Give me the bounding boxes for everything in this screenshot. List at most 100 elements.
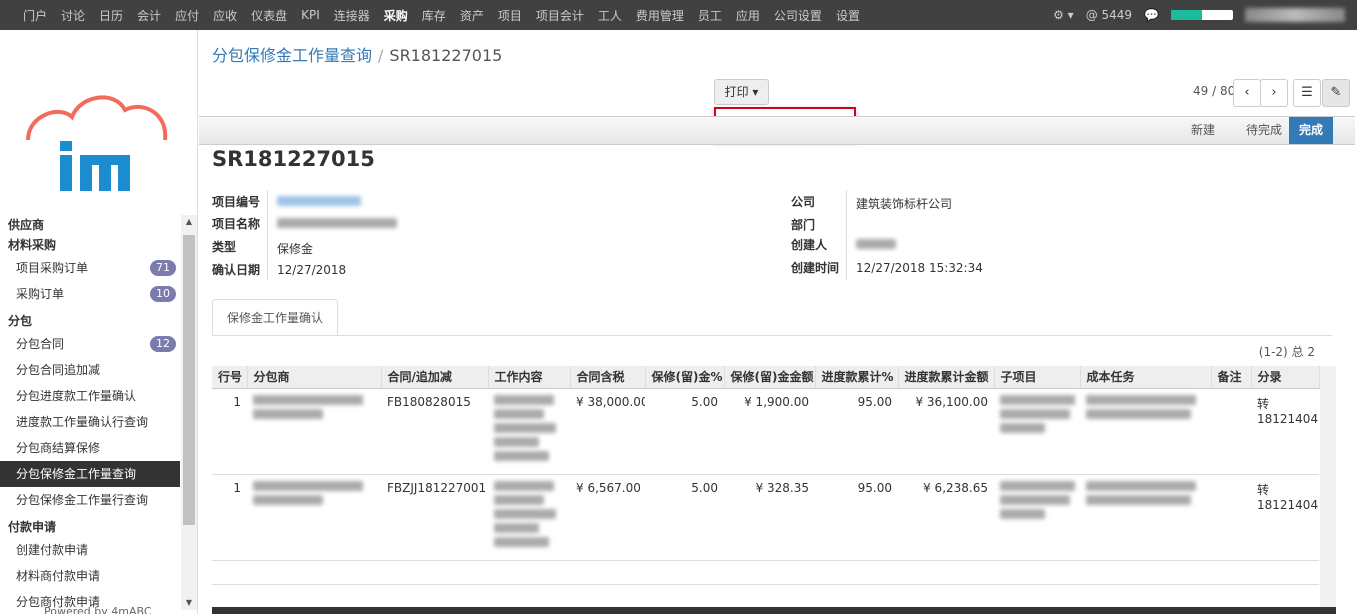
column-header[interactable]: 工作内容 xyxy=(488,366,571,389)
scroll-up-icon[interactable]: ▲ xyxy=(181,215,197,229)
table-row[interactable]: 1 FB180828015 ¥ 38,000.00 5.00 ¥ 1,900.00 95.… xyxy=(212,388,1319,475)
sidebar-item[interactable]: 分包保修金工作量查询 xyxy=(0,461,180,487)
type-value: 保修金 xyxy=(277,242,314,256)
stage-new[interactable]: 新建 xyxy=(1181,117,1225,144)
sidebar-item[interactable]: 进度款工作量确认行查询 xyxy=(0,409,180,435)
sidebar-item-label: 分包合同追加减 xyxy=(16,363,101,377)
sidebar-item[interactable]: 分包保修金工作量行查询 xyxy=(0,487,180,513)
topnav-item[interactable]: 公司设置 xyxy=(767,7,829,24)
topnav-item[interactable]: 会计 xyxy=(130,7,168,24)
topnav-item[interactable]: 讨论 xyxy=(54,7,92,24)
column-header[interactable]: 行号 xyxy=(212,366,248,389)
stage-pending[interactable]: 待完成 xyxy=(1236,117,1292,144)
column-header[interactable]: 子项目 xyxy=(994,366,1081,389)
topnav-item[interactable]: 设置 xyxy=(829,7,867,24)
topnav-item[interactable]: 应收 xyxy=(206,7,244,24)
sidebar-item[interactable]: 分包合同追加减 xyxy=(0,357,180,383)
topnav-item[interactable]: 项目 xyxy=(491,7,529,24)
sidebar-item-label: 分包保修金工作量查询 xyxy=(16,467,137,481)
topnav-item[interactable]: 项目会计 xyxy=(529,7,591,24)
topnav-item[interactable]: 应用 xyxy=(729,7,767,24)
column-header[interactable]: 合同/追加减 xyxy=(381,366,489,389)
entry-type: 转 xyxy=(1257,482,1270,497)
sidebar-menu: 供应商 材料采购 项目采购订单 71 采购订单 10 分包 分包合同 12 分包合同追加减 分包进度… xyxy=(0,215,180,614)
cell-progress-pct: 95.00 xyxy=(815,388,898,475)
column-header[interactable]: 进度款累计金额 xyxy=(898,366,995,389)
cell-contract[interactable]: FBZJJ181227001 xyxy=(381,474,488,561)
next-record-button[interactable]: › xyxy=(1260,79,1288,107)
list-view-icon[interactable]: ☰ xyxy=(1293,79,1321,107)
sidebar-item[interactable]: 分包进度款工作量确认 xyxy=(0,383,180,409)
count-badge: 10 xyxy=(150,286,176,302)
points-counter[interactable]: @ 5449 xyxy=(1086,8,1132,22)
stage-done[interactable]: 完成 xyxy=(1289,117,1334,144)
column-header[interactable]: 成本任务 xyxy=(1080,366,1212,389)
sidebar-item[interactable]: 创建付款申请 xyxy=(0,537,180,563)
label-created-time: 创建时间 xyxy=(791,261,840,275)
topnav-item[interactable]: 资产 xyxy=(453,7,491,24)
topnav-item[interactable]: 库存 xyxy=(415,7,453,24)
cell-work-content xyxy=(488,388,570,475)
progress-bar xyxy=(1171,10,1233,20)
pager-value[interactable]: 49 / 80 xyxy=(1193,84,1235,98)
entry-number: 18121404 xyxy=(1257,497,1319,512)
project-code-value xyxy=(277,195,361,209)
sidebar-item[interactable]: 分包合同 12 xyxy=(0,331,180,357)
topnav-item[interactable]: KPI xyxy=(294,8,327,22)
topnav-item[interactable]: 门户 xyxy=(16,7,54,24)
cell-progress-amount: ¥ 6,238.65 xyxy=(898,474,994,561)
sidebar-item[interactable]: 材料商付款申请 xyxy=(0,563,180,589)
cell-entry[interactable]: 转 18121404 xyxy=(1251,474,1319,561)
print-button[interactable]: 打印 ▾ xyxy=(714,79,769,105)
column-header[interactable]: 保修(留)金金额 xyxy=(724,366,816,389)
label-confirm-date: 确认日期 xyxy=(212,263,261,277)
user-menu[interactable] xyxy=(1245,8,1345,22)
cell-retention-amount: ¥ 328.35 xyxy=(724,474,815,561)
sidebar-item[interactable]: 采购订单 10 xyxy=(0,281,180,307)
breadcrumb-separator: / xyxy=(378,46,384,65)
scroll-down-icon[interactable]: ▼ xyxy=(181,596,197,610)
sidebar-section-title: 分包 xyxy=(8,314,33,328)
topnav-item[interactable]: 费用管理 xyxy=(629,7,691,24)
topnav-item[interactable]: 应付 xyxy=(168,7,206,24)
column-header[interactable]: 进度款累计% xyxy=(815,366,899,389)
sidebar-section-title: 供应商 xyxy=(8,218,45,232)
topnav-item[interactable]: 工人 xyxy=(591,7,629,24)
sidebar-item-label: 分包商结算保修 xyxy=(16,441,101,455)
breadcrumb: 分包保修金工作量查询 / SR181227015 xyxy=(212,42,502,66)
sidebar-item[interactable]: 分包商结算保修 xyxy=(0,435,180,461)
gear-icon[interactable]: ⚙ ▾ xyxy=(1053,8,1074,22)
sidebar-item-label: 采购订单 xyxy=(16,287,65,301)
cell-contract[interactable]: FB180828015 xyxy=(381,388,488,475)
scrollbar-thumb[interactable] xyxy=(183,235,195,525)
sidebar-item-label: 材料商付款申请 xyxy=(16,569,101,583)
topnav-item[interactable]: 采购 xyxy=(377,7,415,24)
column-header[interactable]: 合同含税 xyxy=(570,366,646,389)
sidebar-item[interactable]: 项目采购订单 71 xyxy=(0,255,180,281)
topnav-item[interactable]: 连接器 xyxy=(327,7,377,24)
breadcrumb-current: SR181227015 xyxy=(389,46,503,65)
sidebar-scrollbar[interactable]: ▲ ▼ xyxy=(181,215,197,610)
topnav-item[interactable]: 仪表盘 xyxy=(244,7,294,24)
table-scrollbar[interactable] xyxy=(1320,366,1336,614)
column-header[interactable]: 分录 xyxy=(1251,366,1320,389)
count-badge: 71 xyxy=(150,260,176,276)
top-navbar: 门户 讨论 日历 会计 应付 应收 仪表盘 KPI 连接器 采购 库存 资产 项目 项目会计 工人 费用管理员… xyxy=(0,0,1357,30)
column-header[interactable]: 分包商 xyxy=(247,366,382,389)
chat-icon[interactable]: 💬 xyxy=(1144,8,1159,22)
column-header[interactable]: 备注 xyxy=(1211,366,1252,389)
cell-entry[interactable]: 转 18121404 xyxy=(1251,388,1319,475)
table-row[interactable]: 1 FBZJJ181227001 ¥ 6,567.00 5.00 ¥ 328.35 95.… xyxy=(212,474,1319,561)
empty-cell xyxy=(212,560,1319,585)
cell-sub-project xyxy=(994,474,1080,561)
topnav-item[interactable]: 日历 xyxy=(92,7,130,24)
tab-retention-confirm[interactable]: 保修金工作量确认 xyxy=(212,299,339,336)
form-view-icon[interactable]: ✎ xyxy=(1322,79,1350,107)
entry-type: 转 xyxy=(1257,396,1270,411)
column-header[interactable]: 保修(留)金% xyxy=(645,366,725,389)
prev-record-button[interactable]: ‹ xyxy=(1233,79,1261,107)
breadcrumb-parent[interactable]: 分包保修金工作量查询 xyxy=(212,46,372,65)
topnav-item[interactable]: 员工 xyxy=(691,7,729,24)
cell-cost-task xyxy=(1080,474,1211,561)
powered-by: Powered by 4mABC xyxy=(44,605,152,614)
